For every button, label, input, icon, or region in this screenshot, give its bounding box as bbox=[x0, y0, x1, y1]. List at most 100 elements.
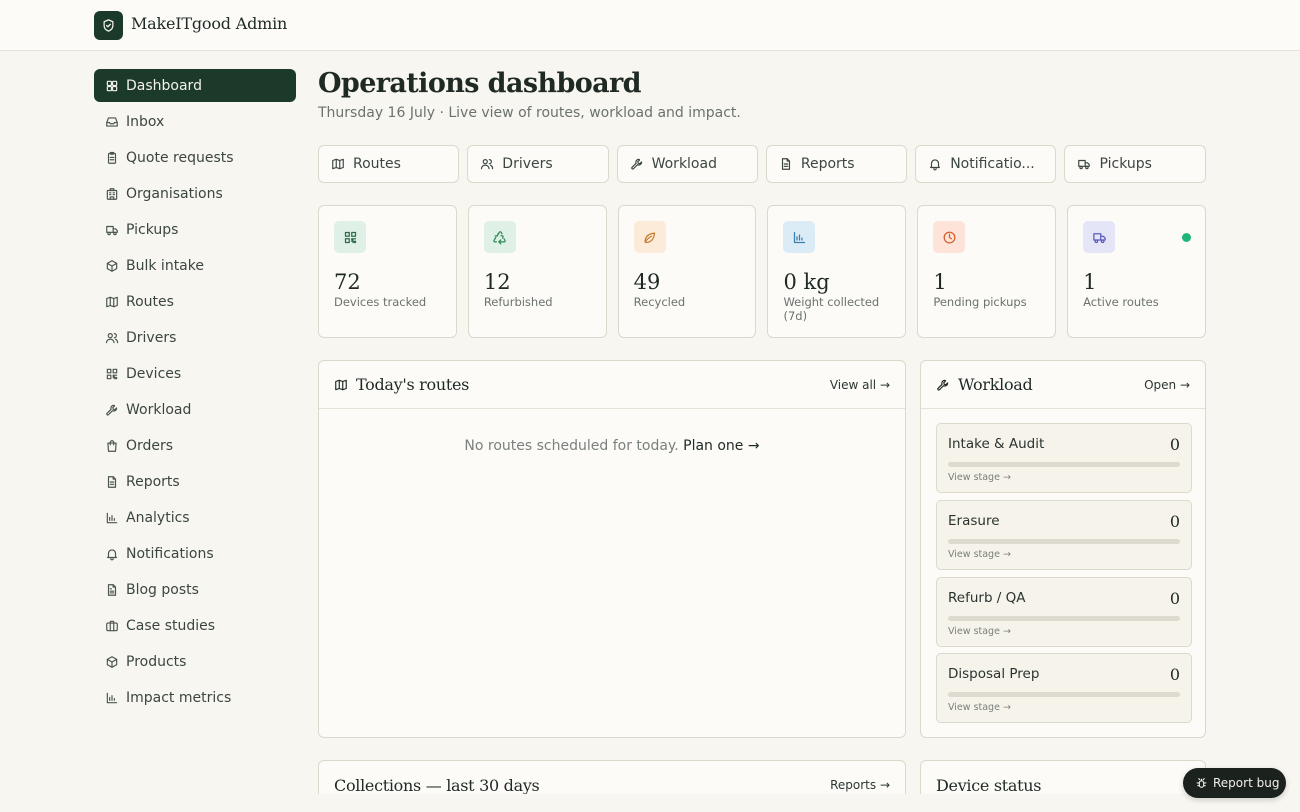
file-text-icon bbox=[105, 583, 119, 597]
quick-link-reports[interactable]: Reports bbox=[765, 145, 908, 183]
truck-icon bbox=[1083, 221, 1116, 253]
sidebar-item-organisations[interactable]: Organisations bbox=[94, 177, 296, 210]
qr-icon bbox=[334, 221, 366, 253]
stage-progress-bar bbox=[948, 462, 1180, 467]
wrench-icon bbox=[105, 403, 119, 417]
stat-label: Refurbished bbox=[483, 295, 553, 309]
quick-link-label: Workload bbox=[651, 156, 717, 172]
sidebar-nav: Dashboard Inbox Quote requests Organisation… bbox=[94, 69, 296, 717]
view-all-routes-link[interactable]: View all → bbox=[830, 378, 890, 392]
sidebar-item-label: Reports bbox=[126, 473, 180, 490]
stat-label: Active routes bbox=[1083, 295, 1159, 309]
sidebar-item-label: Analytics bbox=[126, 509, 190, 526]
stage-progress-bar bbox=[948, 539, 1180, 544]
sidebar-item-label: Blog posts bbox=[126, 581, 199, 598]
view-stage-link[interactable]: View stage → bbox=[948, 626, 1011, 637]
stat-value: 72 bbox=[334, 270, 361, 294]
sidebar-item-pickups[interactable]: Pickups bbox=[94, 213, 296, 246]
stat-label: Devices tracked bbox=[334, 295, 427, 309]
workload-stage-refurb-qa: Refurb / QA 0 View stage → bbox=[936, 577, 1192, 647]
stage-name: Intake & Audit bbox=[948, 436, 1045, 452]
view-stage-link[interactable]: View stage → bbox=[948, 549, 1011, 560]
open-workload-link[interactable]: Open → bbox=[1144, 378, 1190, 392]
stat-card: 0 kg Weight collected (7d) bbox=[767, 205, 907, 338]
sidebar-item-impact-metrics[interactable]: Impact metrics bbox=[94, 681, 296, 714]
sidebar-item-dashboard[interactable]: Dashboard bbox=[94, 69, 296, 102]
sidebar-item-quote-requests[interactable]: Quote requests bbox=[94, 141, 296, 174]
quick-link-notificatio[interactable]: Notificatio... bbox=[915, 145, 1057, 183]
workload-stage-intake-audit: Intake & Audit 0 View stage → bbox=[936, 423, 1192, 493]
building-icon bbox=[105, 187, 119, 201]
sidebar-item-routes[interactable]: Routes bbox=[94, 285, 296, 318]
device-status-title: Device status bbox=[936, 775, 1042, 795]
routes-empty-text: No routes scheduled for today. bbox=[464, 438, 679, 454]
sidebar-item-bulk-intake[interactable]: Bulk intake bbox=[94, 249, 296, 282]
wrench-icon bbox=[630, 157, 644, 171]
stage-count: 0 bbox=[1169, 589, 1180, 608]
view-stage-link[interactable]: View stage → bbox=[948, 472, 1011, 483]
sidebar-item-inbox[interactable]: Inbox bbox=[94, 105, 296, 138]
sidebar-item-label: Drivers bbox=[126, 329, 177, 346]
stat-card: 49 Recycled bbox=[617, 205, 757, 338]
sidebar-item-case-studies[interactable]: Case studies bbox=[94, 609, 296, 642]
routes-empty-state: No routes scheduled for today. Plan one … bbox=[319, 438, 905, 454]
stage-progress-bar bbox=[948, 616, 1180, 621]
quick-link-routes[interactable]: Routes bbox=[318, 145, 460, 183]
sidebar-item-label: Orders bbox=[126, 437, 174, 454]
sidebar-item-label: Routes bbox=[126, 293, 174, 310]
recycle-icon bbox=[483, 221, 516, 253]
brand-name[interactable]: MakeITgood Admin bbox=[131, 14, 287, 33]
package-icon bbox=[105, 655, 119, 669]
workload-panel: Workload Open → Intake & Audit 0 View stag… bbox=[920, 360, 1206, 738]
sidebar-item-notifications[interactable]: Notifications bbox=[94, 537, 296, 570]
quick-link-drivers[interactable]: Drivers bbox=[467, 145, 609, 183]
page-subtitle: Thursday 16 July · Live view of routes, … bbox=[318, 105, 741, 121]
sidebar-item-workload[interactable]: Workload bbox=[94, 393, 296, 426]
sidebar-item-devices[interactable]: Devices bbox=[94, 357, 296, 390]
sidebar-item-blog-posts[interactable]: Blog posts bbox=[94, 573, 296, 606]
quick-link-label: Reports bbox=[800, 156, 855, 172]
live-status-dot bbox=[1181, 233, 1191, 242]
report-bug-button[interactable]: Report bug bbox=[1183, 768, 1286, 798]
bell-icon bbox=[105, 547, 119, 561]
wrench-icon bbox=[936, 378, 950, 392]
quick-link-label: Routes bbox=[353, 156, 401, 172]
quick-link-pickups[interactable]: Pickups bbox=[1064, 145, 1206, 183]
stat-card: 1 Active routes bbox=[1067, 205, 1206, 338]
bar-chart-icon bbox=[105, 691, 119, 705]
sidebar-item-drivers[interactable]: Drivers bbox=[94, 321, 296, 354]
sidebar-item-label: Bulk intake bbox=[126, 257, 204, 274]
sidebar-item-analytics[interactable]: Analytics bbox=[94, 501, 296, 534]
sidebar-item-orders[interactable]: Orders bbox=[94, 429, 296, 462]
routes-panel-title: Today's routes bbox=[356, 375, 470, 394]
stage-progress-bar bbox=[948, 692, 1180, 697]
map-icon bbox=[334, 378, 348, 392]
sidebar-item-label: Quote requests bbox=[126, 149, 234, 166]
stat-label: Weight collected (7d) bbox=[783, 295, 880, 323]
routes-panel-header: Today's routes View all → bbox=[319, 361, 905, 409]
quick-link-workload[interactable]: Workload bbox=[616, 145, 758, 183]
sidebar-item-label: Impact metrics bbox=[126, 689, 232, 706]
bar-chart-icon bbox=[105, 511, 119, 525]
stat-label: Recycled bbox=[633, 295, 686, 309]
dashboard-icon bbox=[105, 79, 119, 93]
stat-value: 1 bbox=[1083, 270, 1097, 294]
sidebar-item-products[interactable]: Products bbox=[94, 645, 296, 678]
workload-panel-title: Workload bbox=[958, 375, 1033, 394]
bug-icon bbox=[1195, 777, 1208, 790]
plan-route-link[interactable]: Plan one → bbox=[683, 438, 759, 454]
shield-logo-icon[interactable] bbox=[94, 11, 123, 40]
page-title: Operations dashboard bbox=[318, 68, 642, 99]
stat-value: 1 bbox=[933, 270, 947, 294]
stat-label: Pending pickups bbox=[933, 295, 1027, 309]
sidebar-item-label: Case studies bbox=[126, 617, 216, 634]
sidebar-item-reports[interactable]: Reports bbox=[94, 465, 296, 498]
quick-links: Routes Drivers Workload Reports Notificatio.… bbox=[318, 145, 1206, 183]
view-stage-link[interactable]: View stage → bbox=[948, 702, 1011, 713]
bell-icon bbox=[928, 157, 942, 171]
collections-reports-link[interactable]: Reports → bbox=[830, 778, 890, 792]
file-icon bbox=[105, 475, 119, 489]
quick-link-label: Drivers bbox=[502, 156, 553, 172]
truck-icon bbox=[1077, 157, 1091, 171]
viewport-bottom-edge bbox=[0, 794, 1300, 812]
